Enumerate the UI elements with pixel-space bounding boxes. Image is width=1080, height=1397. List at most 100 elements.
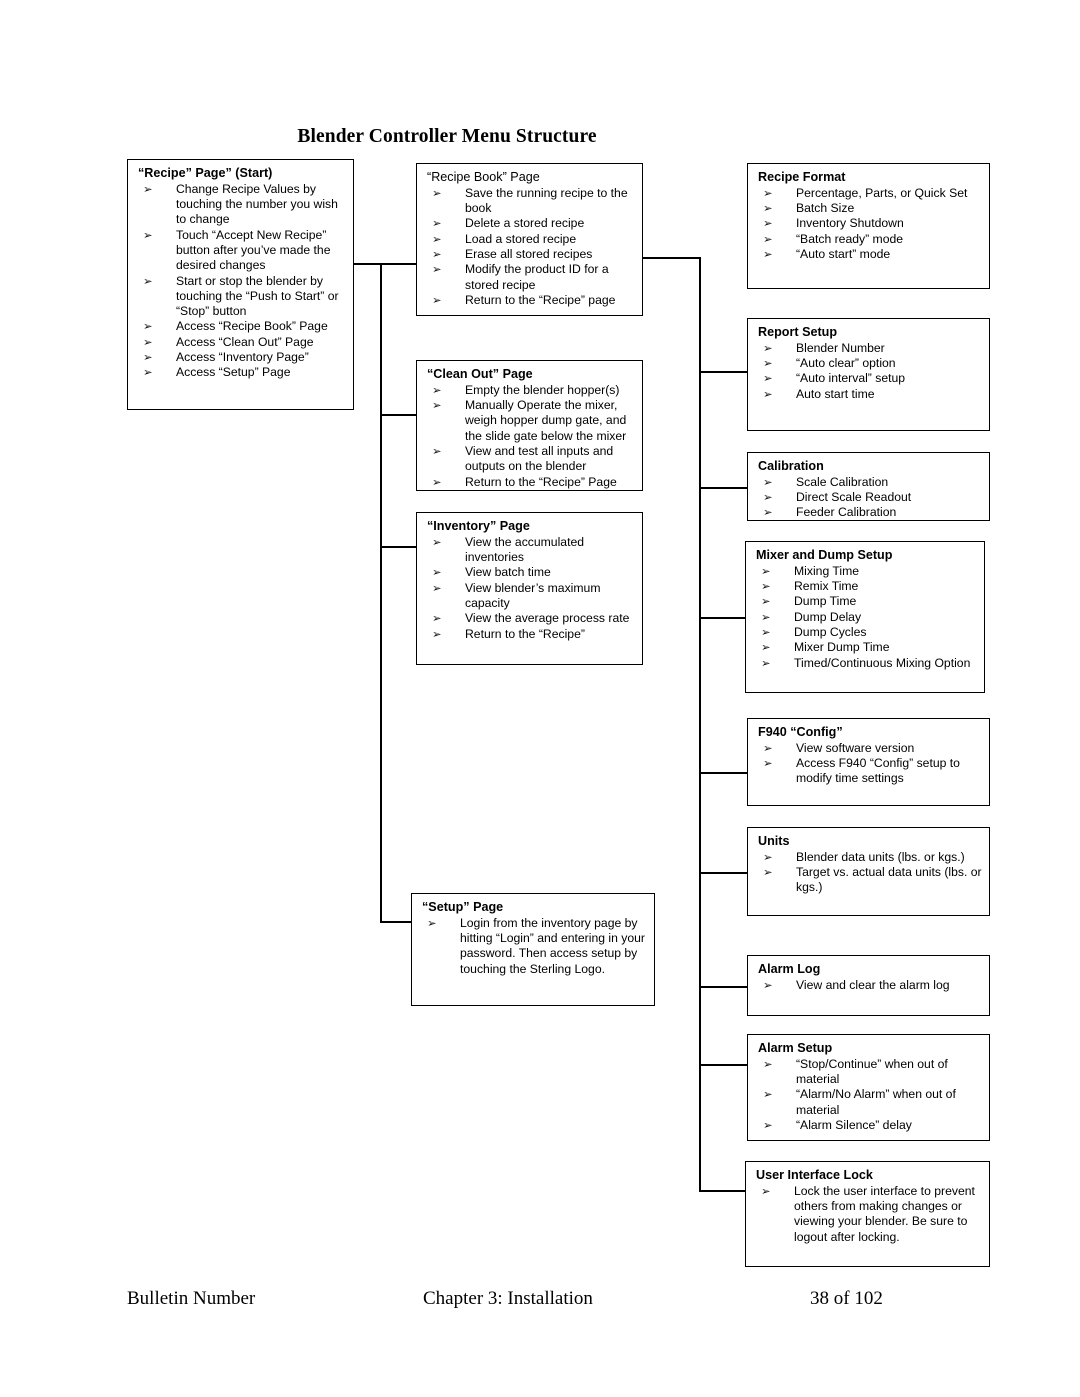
node-item-list: Mixing Time Remix Time Dump Time Dump De… — [756, 564, 978, 671]
list-item[interactable]: Mixer Dump Time — [756, 640, 978, 656]
node-inventory[interactable]: “Inventory” Page View the accumulated in… — [416, 512, 643, 665]
page-title: Blender Controller Menu Structure — [297, 126, 597, 147]
list-item[interactable]: Auto start time — [758, 387, 983, 403]
node-title: “Recipe Book” Page — [427, 170, 540, 184]
list-item[interactable]: View blender’s maximum capacity — [427, 581, 636, 612]
list-item[interactable]: Scale Calibration — [758, 475, 983, 491]
node-clean-out[interactable]: “Clean Out” Page Empty the blender hoppe… — [416, 360, 643, 491]
connector-left-trunk — [380, 263, 382, 923]
list-item[interactable]: Access F940 “Config” setup to modify tim… — [758, 756, 983, 787]
list-item[interactable]: Load a stored recipe — [427, 232, 636, 248]
list-item[interactable]: Empty the blender hopper(s) — [427, 383, 636, 399]
list-item[interactable]: View batch time — [427, 565, 636, 581]
list-item[interactable]: “Alarm/No Alarm” when out of material — [758, 1087, 983, 1118]
connector-to-calibration — [699, 487, 748, 489]
list-item[interactable]: Access “Clean Out” Page — [138, 335, 347, 351]
list-item[interactable]: Lock the user interface to prevent other… — [756, 1184, 983, 1245]
connector-to-mixer-dump — [699, 617, 748, 619]
list-item[interactable]: “Batch ready” mode — [758, 232, 983, 248]
list-item[interactable]: Direct Scale Readout — [758, 490, 983, 506]
list-item[interactable]: View and test all inputs and outputs on … — [427, 444, 636, 475]
node-title: “Clean Out” Page — [427, 367, 533, 381]
list-item[interactable]: “Auto clear” option — [758, 356, 983, 372]
connector-to-setup — [380, 921, 412, 923]
connector-to-clean-out — [380, 414, 417, 416]
list-item[interactable]: Return to the “Recipe” Page — [427, 475, 636, 491]
node-title: “Inventory” Page — [427, 519, 530, 533]
list-item[interactable]: “Alarm Silence” delay — [758, 1118, 983, 1134]
list-item[interactable]: Remix Time — [756, 579, 978, 595]
list-item[interactable]: Mixing Time — [756, 564, 978, 580]
list-item[interactable]: View software version — [758, 741, 983, 757]
diagram-page: Blender Controller Menu Structure “Recip… — [0, 0, 1080, 1397]
list-item[interactable]: Timed/Continuous Mixing Option — [756, 656, 978, 672]
node-recipe-format[interactable]: Recipe Format Percentage, Parts, or Quic… — [747, 163, 990, 289]
list-item[interactable]: View and clear the alarm log — [758, 978, 983, 994]
node-title: Report Setup — [758, 325, 838, 339]
list-item[interactable]: Dump Delay — [756, 610, 978, 626]
node-item-list: Lock the user interface to prevent other… — [756, 1184, 983, 1245]
node-title: Alarm Log — [758, 962, 821, 976]
node-title: Recipe Format — [758, 170, 846, 184]
node-user-interface-lock[interactable]: User Interface Lock Lock the user interf… — [745, 1161, 990, 1267]
node-calibration[interactable]: Calibration Scale Calibration Direct Sca… — [747, 452, 990, 521]
list-item[interactable]: Dump Time — [756, 594, 978, 610]
node-item-list: View the accumulated inventories View ba… — [427, 535, 636, 642]
list-item[interactable]: Manually Operate the mixer, weigh hopper… — [427, 398, 636, 444]
list-item[interactable]: View the average process rate — [427, 611, 636, 627]
list-item[interactable]: Return to the “Recipe” — [427, 627, 636, 643]
list-item[interactable]: Erase all stored recipes — [427, 247, 636, 263]
footer-chapter: Chapter 3: Installation — [423, 1288, 593, 1309]
node-report-setup[interactable]: Report Setup Blender Number “Auto clear”… — [747, 318, 990, 431]
list-item[interactable]: Modify the product ID for a stored recip… — [427, 262, 636, 293]
node-title: F940 “Config” — [758, 725, 843, 739]
list-item[interactable]: Percentage, Parts, or Quick Set — [758, 186, 983, 202]
list-item[interactable]: Target vs. actual data units (lbs. or kg… — [758, 865, 983, 896]
node-item-list: View and clear the alarm log — [758, 978, 983, 994]
node-item-list: Blender Number “Auto clear” option “Auto… — [758, 341, 983, 402]
connector-to-recipe-book — [380, 263, 417, 265]
node-recipe-book[interactable]: “Recipe Book” Page Save the running reci… — [416, 163, 643, 316]
node-f940-config[interactable]: F940 “Config” View software version Acce… — [747, 718, 990, 806]
list-item[interactable]: “Auto start” mode — [758, 247, 983, 263]
list-item[interactable]: Change Recipe Values by touching the num… — [138, 182, 347, 228]
connector-to-f940-config — [699, 772, 748, 774]
list-item[interactable]: Touch “Accept New Recipe” button after y… — [138, 228, 347, 274]
node-item-list: View software version Access F940 “Confi… — [758, 741, 983, 787]
node-title: “Recipe” Page” (Start) — [138, 166, 273, 180]
node-units[interactable]: Units Blender data units (lbs. or kgs.) … — [747, 827, 990, 916]
node-item-list: Empty the blender hopper(s) Manually Ope… — [427, 383, 636, 490]
node-item-list: “Stop/Continue” when out of material “Al… — [758, 1057, 983, 1134]
list-item[interactable]: Save the running recipe to the book — [427, 186, 636, 217]
node-title: Mixer and Dump Setup — [756, 548, 893, 562]
list-item[interactable]: Access “Inventory Page” — [138, 350, 347, 366]
list-item[interactable]: Blender data units (lbs. or kgs.) — [758, 850, 983, 866]
node-title: Alarm Setup — [758, 1041, 833, 1055]
list-item[interactable]: Login from the inventory page by hitting… — [422, 916, 648, 977]
list-item[interactable]: View the accumulated inventories — [427, 535, 636, 566]
footer-bulletin-number: Bulletin Number — [127, 1288, 256, 1309]
list-item[interactable]: Access “Setup” Page — [138, 365, 347, 381]
list-item[interactable]: Delete a stored recipe — [427, 216, 636, 232]
list-item[interactable]: Dump Cycles — [756, 625, 978, 641]
node-alarm-setup[interactable]: Alarm Setup “Stop/Continue” when out of … — [747, 1034, 990, 1141]
list-item[interactable]: “Stop/Continue” when out of material — [758, 1057, 983, 1088]
node-title: “Setup” Page — [422, 900, 504, 914]
node-mixer-dump-setup[interactable]: Mixer and Dump Setup Mixing Time Remix T… — [745, 541, 985, 693]
list-item[interactable]: Start or stop the blender by touching th… — [138, 274, 347, 320]
node-recipe-page[interactable]: “Recipe” Page” (Start) Change Recipe Val… — [127, 159, 354, 410]
list-item[interactable]: “Auto interval” setup — [758, 371, 983, 387]
node-setup[interactable]: “Setup” Page Login from the inventory pa… — [411, 893, 655, 1006]
footer-page-number: 38 of 102 — [810, 1288, 883, 1309]
list-item[interactable]: Blender Number — [758, 341, 983, 357]
list-item[interactable]: Inventory Shutdown — [758, 216, 983, 232]
node-title: User Interface Lock — [756, 1168, 873, 1182]
list-item[interactable]: Return to the “Recipe” page — [427, 293, 636, 309]
list-item[interactable]: Feeder Calibration — [758, 505, 983, 521]
list-item[interactable]: Batch Size — [758, 201, 983, 217]
connector-to-alarm-log — [699, 986, 748, 988]
node-alarm-log[interactable]: Alarm Log View and clear the alarm log — [747, 955, 990, 1016]
list-item[interactable]: Access “Recipe Book” Page — [138, 319, 347, 335]
node-item-list: Blender data units (lbs. or kgs.) Target… — [758, 850, 983, 896]
page-footer: Bulletin Number Chapter 3: Installation … — [0, 1288, 1080, 1316]
